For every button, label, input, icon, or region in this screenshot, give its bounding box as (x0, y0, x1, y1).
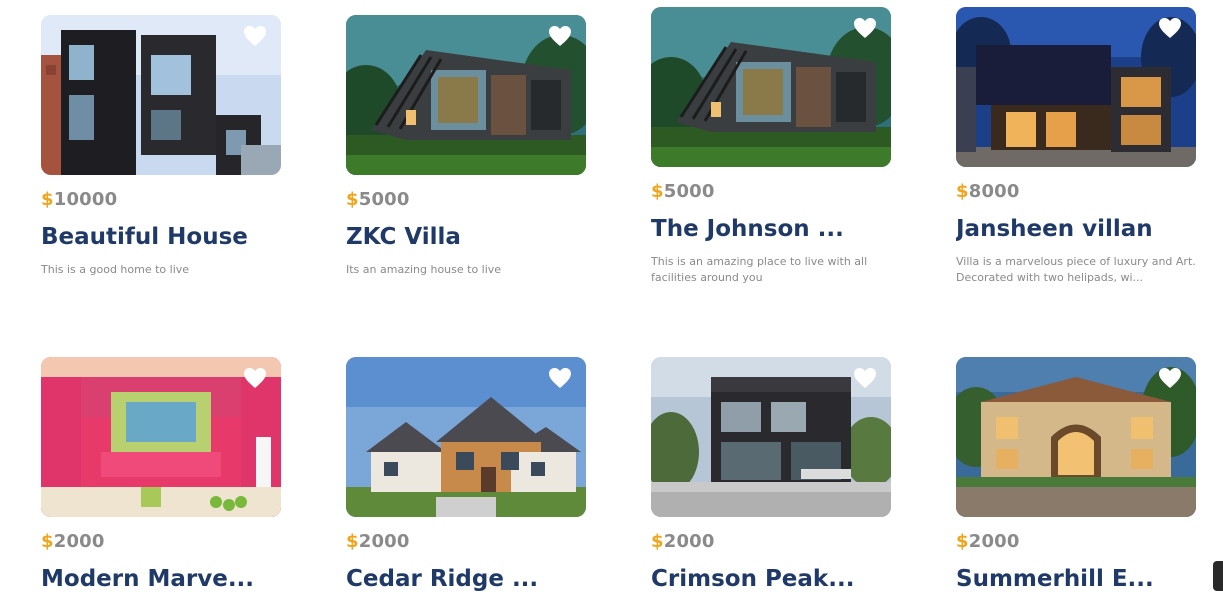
heart-icon[interactable] (853, 367, 877, 389)
price-value: 2000 (663, 531, 715, 552)
listing-image[interactable] (346, 357, 586, 517)
heart-icon[interactable] (1158, 367, 1182, 389)
currency-symbol: $ (346, 531, 359, 552)
listing-card[interactable]: $10000 Beautiful House This is a good ho… (41, 15, 281, 278)
listing-price: $2000 (956, 531, 1196, 552)
currency-symbol: $ (956, 531, 969, 552)
currency-symbol: $ (651, 531, 664, 552)
listing-price: $2000 (41, 531, 281, 552)
currency-symbol: $ (956, 181, 969, 202)
heart-icon[interactable] (548, 25, 572, 47)
price-value: 2000 (358, 531, 410, 552)
heart-icon[interactable] (1158, 17, 1182, 39)
heart-icon[interactable] (548, 367, 572, 389)
listing-price: $8000 (956, 181, 1196, 202)
currency-symbol: $ (651, 181, 664, 202)
listing-card[interactable]: $5000 ZKC Villa Its an amazing house to … (346, 15, 586, 278)
listing-image[interactable] (651, 357, 891, 517)
listing-title[interactable]: Crimson Peak... (651, 566, 891, 592)
listing-card[interactable]: $5000 The Johnson ... This is an amazing… (651, 7, 891, 286)
currency-symbol: $ (41, 531, 54, 552)
listing-description: Its an amazing house to live (346, 263, 502, 276)
listing-image[interactable] (41, 357, 281, 517)
listing-image[interactable] (956, 357, 1196, 517)
listing-description: This is an amazing place to live with al… (651, 255, 868, 284)
listing-title[interactable]: Jansheen villan (956, 216, 1196, 242)
listing-title[interactable]: Summerhill E... (956, 566, 1196, 592)
heart-icon[interactable] (243, 367, 267, 389)
listing-description: This is a good home to live (41, 263, 190, 276)
price-value: 2000 (968, 531, 1020, 552)
heart-icon[interactable] (243, 25, 267, 47)
listing-title[interactable]: Cedar Ridge ... (346, 566, 586, 592)
listing-price: $5000 (346, 189, 586, 210)
price-value: 8000 (968, 181, 1020, 202)
currency-symbol: $ (41, 189, 54, 210)
price-value: 2000 (53, 531, 105, 552)
listing-price: $10000 (41, 189, 281, 210)
listing-title[interactable]: Beautiful House (41, 224, 281, 250)
listing-title[interactable]: The Johnson ... (651, 216, 891, 242)
chat-widget-tab[interactable] (1213, 561, 1223, 591)
listing-card[interactable]: $2000 Cedar Ridge ... (346, 357, 586, 592)
listing-card[interactable]: $2000 Summerhill E... (956, 357, 1196, 592)
listing-price: $5000 (651, 181, 891, 202)
price-value: 10000 (53, 189, 118, 210)
listing-title[interactable]: ZKC Villa (346, 224, 586, 250)
listing-card[interactable]: $2000 Crimson Peak... (651, 357, 891, 592)
listing-image[interactable] (651, 7, 891, 167)
listing-image[interactable] (41, 15, 281, 175)
listing-description: Villa is a marvelous piece of luxury and… (956, 255, 1196, 284)
heart-icon[interactable] (853, 17, 877, 39)
currency-symbol: $ (346, 189, 359, 210)
listing-card[interactable]: $8000 Jansheen villan Villa is a marvelo… (956, 7, 1196, 286)
listing-title[interactable]: Modern Marve... (41, 566, 281, 592)
price-value: 5000 (358, 189, 410, 210)
listing-card[interactable]: $2000 Modern Marve... (41, 357, 281, 592)
price-value: 5000 (663, 181, 715, 202)
listing-image[interactable] (956, 7, 1196, 167)
listing-image[interactable] (346, 15, 586, 175)
listing-price: $2000 (346, 531, 586, 552)
listing-price: $2000 (651, 531, 891, 552)
